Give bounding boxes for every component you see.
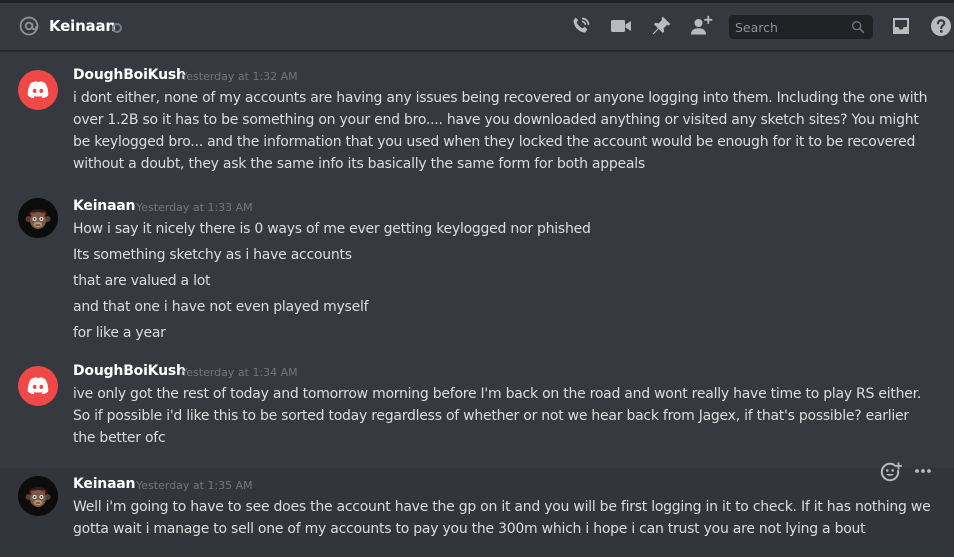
avatar[interactable] <box>18 70 58 110</box>
search-icon <box>852 20 865 34</box>
discord-logo-icon <box>27 81 49 99</box>
message-line: Well i'm going to have to see does the a… <box>73 499 931 515</box>
message-list: DoughBoiKush Yesterday at 1:32 AM i dont… <box>0 52 954 557</box>
message-timestamp: Yesterday at 1:34 AM <box>181 366 298 379</box>
message-hover-toolbar <box>873 455 941 487</box>
message-line: ive only got the rest of today and tomor… <box>73 386 922 402</box>
message-timestamp: Yesterday at 1:33 AM <box>136 201 253 214</box>
message-group: Keinaan Yesterday at 1:33 AM How i say i… <box>0 192 954 348</box>
message-line: that are valued a lot <box>73 273 211 289</box>
add-reaction-icon[interactable] <box>879 459 903 483</box>
message-line: and that one i have not even played myse… <box>73 299 369 315</box>
message-line: without a doubt, they ask the same info … <box>73 156 645 172</box>
message-author[interactable]: DoughBoiKush <box>73 67 186 83</box>
message-group: DoughBoiKush Yesterday at 1:32 AM i dont… <box>0 60 954 188</box>
message-author[interactable]: DoughBoiKush <box>73 363 186 379</box>
call-icon[interactable] <box>569 14 593 38</box>
message-group: Keinaan Yesterday at 1:35 AM Well i'm go… <box>0 468 954 557</box>
message-line: for like a year <box>73 325 166 341</box>
message-author[interactable]: Keinaan <box>73 476 136 492</box>
message-author[interactable]: Keinaan <box>73 198 136 214</box>
message-timestamp: Yesterday at 1:35 AM <box>136 479 253 492</box>
message-line: Its something sketchy as i have accounts <box>73 247 352 263</box>
more-icon[interactable] <box>911 459 935 483</box>
search-box[interactable] <box>729 15 873 39</box>
at-icon <box>19 16 39 36</box>
pin-icon[interactable] <box>649 14 673 38</box>
message-line: gotta wait i manage to sell one of my ac… <box>73 521 866 537</box>
message-line: So if possible i'd like this to be sorte… <box>73 408 909 424</box>
monkey-face-icon <box>18 476 58 516</box>
search-input[interactable] <box>729 15 849 39</box>
message-line: i dont either, none of my accounts are h… <box>73 90 928 106</box>
inbox-icon[interactable] <box>889 14 913 38</box>
help-icon[interactable] <box>929 14 953 38</box>
message-group: DoughBoiKush Yesterday at 1:34 AM ive on… <box>0 356 954 462</box>
monkey-face-icon <box>18 198 58 238</box>
status-dot <box>112 23 122 33</box>
discord-logo-icon <box>27 377 49 395</box>
video-icon[interactable] <box>609 14 633 38</box>
avatar[interactable] <box>18 366 58 406</box>
avatar[interactable] <box>18 198 58 238</box>
message-line: be keylogged bro... and the information … <box>73 134 916 150</box>
message-line: the better ofc <box>73 430 166 446</box>
message-timestamp: Yesterday at 1:32 AM <box>181 70 298 83</box>
message-line: How i say it nicely there is 0 ways of m… <box>73 221 591 237</box>
channel-header: Keinaan <box>0 3 954 51</box>
message-line: over 1.2B so it has to be something on y… <box>73 112 919 128</box>
channel-name: Keinaan <box>49 17 116 35</box>
add-member-icon[interactable] <box>689 14 713 38</box>
avatar[interactable] <box>18 476 58 516</box>
